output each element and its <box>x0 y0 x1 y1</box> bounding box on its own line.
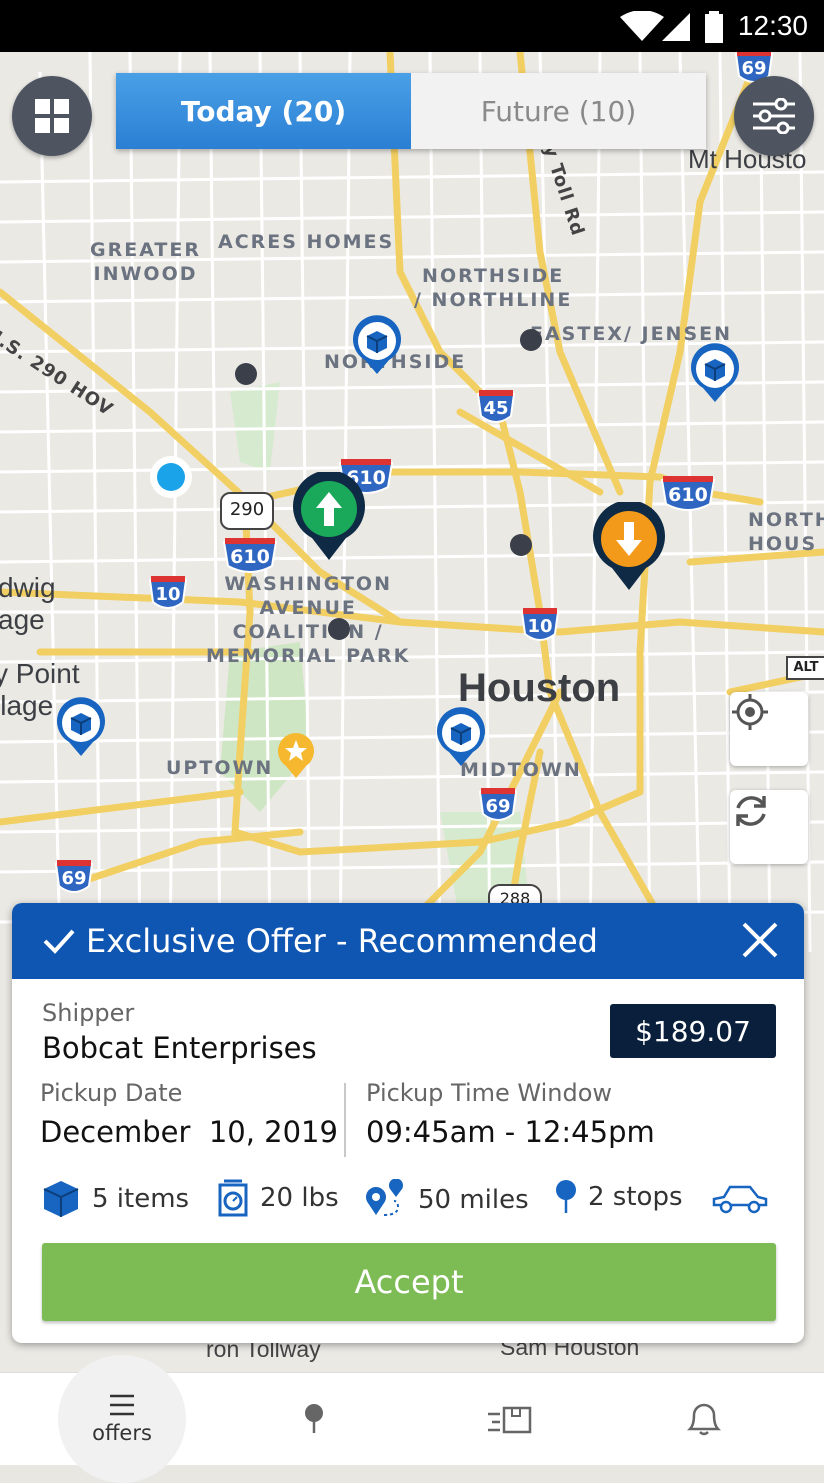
package-marker-icon[interactable] <box>350 314 404 376</box>
package-marker-icon[interactable] <box>434 706 488 768</box>
tab-future[interactable]: Future (10) <box>411 73 706 149</box>
shield-label: 10 <box>155 584 181 605</box>
shield-label: 610 <box>230 546 270 568</box>
status-bar: 12:30 <box>0 0 824 52</box>
box-icon <box>43 1181 79 1217</box>
grid-icon <box>35 99 69 133</box>
delivery-icon <box>488 1406 532 1434</box>
tab-today[interactable]: Today (20) <box>116 73 411 149</box>
check-icon <box>43 929 75 954</box>
close-icon[interactable] <box>740 920 780 960</box>
package-marker-icon[interactable] <box>54 696 108 758</box>
shield-label: 69 <box>485 796 511 817</box>
bottom-nav: offers <box>0 1355 824 1483</box>
map-label-uptown: UPTOWN <box>166 757 274 779</box>
map-label-acres-homes: ACRES HOMES <box>218 231 395 253</box>
star-marker-icon[interactable] <box>276 732 316 780</box>
scale-icon <box>218 1179 248 1217</box>
accept-button[interactable]: Accept <box>42 1243 776 1321</box>
shield-label: 10 <box>527 616 553 637</box>
dashboard-button[interactable] <box>12 76 92 156</box>
dropoff-marker-icon[interactable] <box>590 502 668 592</box>
shipper-name: Bobcat Enterprises <box>42 1031 317 1065</box>
distance-value: 50 miles <box>418 1185 529 1215</box>
shield-label: 290 <box>229 499 265 520</box>
pin-icon <box>556 1180 576 1213</box>
shield-label: 45 <box>483 398 509 419</box>
current-location-icon <box>150 456 192 498</box>
pickup-date: December 10, 2019 <box>40 1115 338 1149</box>
map-dot[interactable] <box>327 617 351 641</box>
signal-icon <box>662 13 690 41</box>
items-count: 5 items <box>92 1184 190 1214</box>
pickup-date-label: Pickup Date <box>40 1079 183 1107</box>
map-label-greater-inwood: GREATER INWOOD <box>90 239 202 285</box>
bell-icon <box>686 1403 722 1436</box>
car-icon <box>712 1185 768 1214</box>
map-city-label: Houston <box>458 666 621 710</box>
divider <box>344 1083 346 1157</box>
shipper-label: Shipper <box>42 999 135 1027</box>
shield-label: 610 <box>668 484 708 506</box>
refresh-icon <box>736 796 766 826</box>
distance-stat: 50 miles <box>364 1179 529 1221</box>
nav-deliveries[interactable] <box>460 1373 560 1465</box>
map-label-dwig: dwig age <box>0 572 56 635</box>
nav-offers[interactable]: offers <box>72 1373 172 1465</box>
crosshair-icon <box>732 694 768 730</box>
shield-alt: ALT <box>786 656 824 680</box>
map-dot[interactable] <box>509 533 533 557</box>
items-stat: 5 items <box>40 1179 189 1219</box>
map-label-northside-northline: NORTHSIDE / NORTHLINE <box>414 265 573 311</box>
recenter-button[interactable] <box>730 692 808 766</box>
shield-us290: 290 <box>220 492 274 530</box>
offer-card-header: Exclusive Offer - Recommended <box>12 903 804 979</box>
map-dot[interactable] <box>519 328 543 352</box>
offer-title: Exclusive Offer - Recommended <box>86 922 598 960</box>
nav-map[interactable] <box>264 1373 364 1465</box>
shield-label: ALT <box>793 660 819 675</box>
offer-card[interactable]: Exclusive Offer - Recommended Shipper Bo… <box>12 903 804 1343</box>
refresh-button[interactable] <box>730 790 808 864</box>
offer-price: $189.07 <box>610 1004 776 1058</box>
map-dot[interactable] <box>234 362 258 386</box>
battery-icon <box>705 11 723 43</box>
weight-stat: 20 lbs <box>216 1179 339 1217</box>
pickup-window: 09:45am - 12:45pm <box>366 1115 655 1149</box>
day-tabs: Today (20) Future (10) <box>116 73 706 149</box>
weight-value: 20 lbs <box>260 1183 339 1213</box>
shield-label: 69 <box>61 868 87 889</box>
pickup-marker-icon[interactable] <box>290 472 368 562</box>
stops-value: 2 stops <box>588 1182 683 1212</box>
list-icon <box>110 1394 134 1416</box>
nav-offers-label: offers <box>92 1421 152 1445</box>
map-label-washington: WASHINGTON AVENUE COALITION / MEMORIAL P… <box>206 573 411 667</box>
filter-button[interactable] <box>734 76 814 156</box>
map-label-north-hous: NORTH HOUS <box>748 509 824 555</box>
status-time: 12:30 <box>737 10 808 41</box>
wifi-icon <box>620 11 664 41</box>
package-marker-icon[interactable] <box>688 342 742 404</box>
route-icon <box>366 1179 403 1216</box>
stops-stat: 2 stops <box>554 1179 683 1215</box>
pickup-window-label: Pickup Time Window <box>366 1079 613 1107</box>
pin-icon <box>305 1404 323 1433</box>
nav-notifications[interactable] <box>654 1373 754 1465</box>
sliders-icon <box>753 98 795 134</box>
